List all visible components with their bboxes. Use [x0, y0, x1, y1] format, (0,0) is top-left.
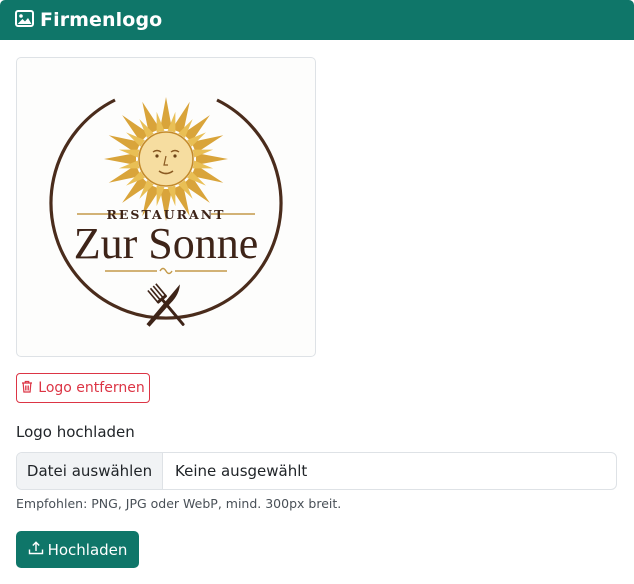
file-input[interactable]: Datei auswählen Keine ausgewählt — [16, 452, 617, 490]
file-name-display: Keine ausgewählt — [175, 462, 308, 480]
page-title: Firmenlogo — [40, 9, 163, 31]
image-icon — [15, 9, 34, 31]
upload-button-label: Hochladen — [47, 540, 128, 559]
fork-icon — [147, 283, 185, 326]
choose-file-button[interactable]: Datei auswählen — [17, 453, 163, 489]
remove-logo-button[interactable]: Logo entfernen — [16, 373, 150, 403]
upload-button[interactable]: Hochladen — [16, 531, 139, 568]
logo-name: Zur Sonne — [74, 219, 259, 268]
upload-icon — [28, 540, 44, 560]
logo-preview: RESTAURANT Zur Sonne — [16, 57, 316, 357]
remove-logo-label: Logo entfernen — [38, 380, 145, 396]
upload-help-text: Empfohlen: PNG, JPG oder WebP, mind. 300… — [16, 496, 342, 511]
trash-icon — [21, 380, 33, 397]
upload-label: Logo hochladen — [16, 423, 135, 441]
sun-icon — [104, 97, 228, 221]
card-header: Firmenlogo — [0, 0, 634, 40]
